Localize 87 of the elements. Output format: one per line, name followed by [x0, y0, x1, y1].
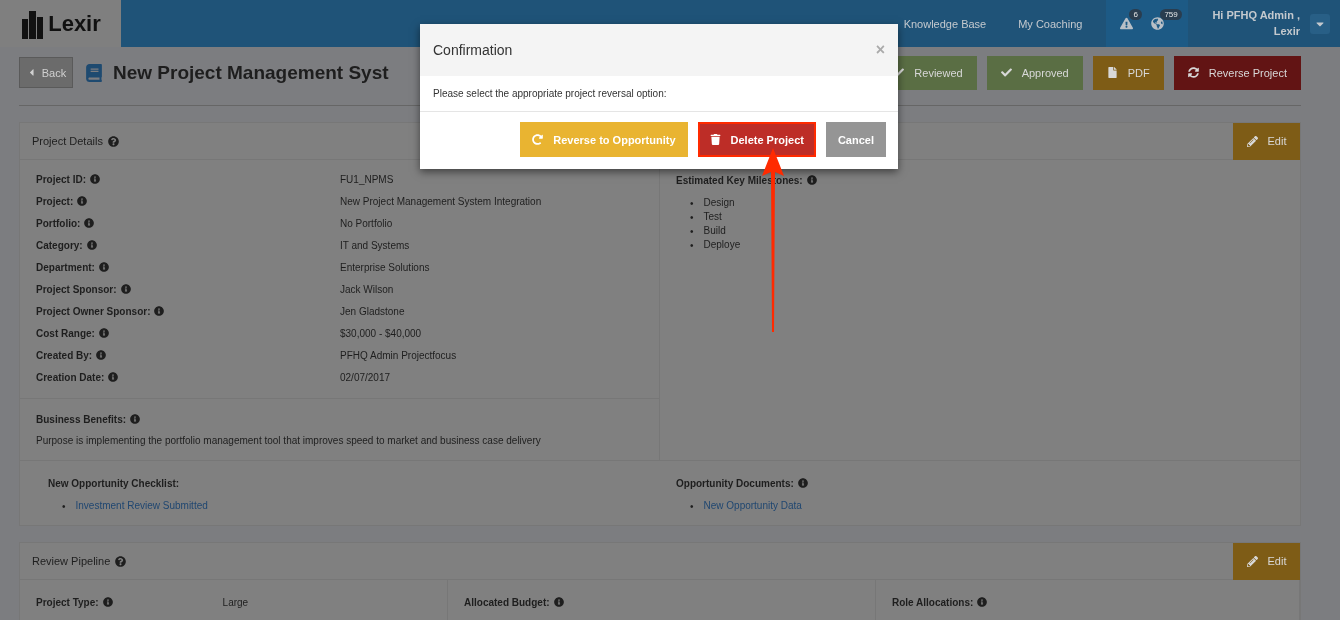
dialog-message: Please select the appropriate project reversal option: [420, 76, 898, 112]
field-label: New Opportunity Checklist: [48, 476, 181, 491]
count-badge: 759 [1160, 9, 1182, 20]
checklist-link[interactable]: Investment Review Submitted [75, 499, 208, 513]
field-value: IT and Systems [340, 238, 411, 253]
info-icon [977, 597, 988, 607]
info-icon [77, 196, 88, 206]
user-menu[interactable]: Hi PFHQ Admin , Lexir [1188, 0, 1310, 47]
field-label: Project ID: [36, 171, 340, 187]
field-value: 02/07/2017 [340, 370, 392, 385]
field-label: Project Sponsor: [36, 281, 340, 297]
field-value: Jen Gladstone [340, 304, 406, 319]
pencil-icon [1246, 555, 1258, 567]
milestone-item: Deploye [703, 238, 741, 252]
page-title: New Project Management Syst [113, 61, 389, 84]
info-icon [553, 597, 564, 607]
info-icon [98, 328, 109, 338]
field-label: Project Owner Sponsor: [36, 303, 340, 319]
field-label: Role Allocations: [892, 594, 988, 610]
bullet: • [62, 500, 66, 512]
pencil-icon [1246, 135, 1258, 147]
dialog-button[interactable]: Cancel [825, 122, 886, 157]
document-link[interactable]: New Opportunity Data [703, 499, 802, 513]
warning-icon[interactable] [1120, 17, 1134, 30]
field-value: $30,000 - $40,000 [340, 326, 423, 341]
action-button[interactable]: Reverse Project [1173, 55, 1301, 90]
field-value: Enterprise Solutions [340, 260, 431, 275]
field-label: Allocated Budget: [464, 594, 564, 610]
info-icon [98, 262, 109, 272]
dropdown-button[interactable] [1310, 13, 1330, 34]
action-button[interactable]: PDF [1092, 55, 1164, 90]
info-icon [96, 350, 107, 360]
field-label: Created By: [36, 347, 340, 363]
trash-icon [709, 134, 721, 145]
panel-title: Project Details [32, 135, 103, 147]
file-icon [1106, 67, 1118, 78]
info-icon [120, 284, 131, 294]
field-value: Large [222, 595, 249, 610]
back-button[interactable]: Back [19, 57, 73, 88]
info-icon [90, 174, 100, 184]
info-icon [84, 218, 95, 228]
bullet: • [690, 239, 694, 251]
field-label: Project Type: [36, 594, 113, 610]
field-value: PFHQ Admin Projectfocus [340, 348, 458, 363]
panel-title: Review Pipeline [32, 555, 111, 567]
info-icon [86, 240, 97, 250]
info-icon [102, 597, 113, 607]
count-badge: 6 [1129, 9, 1142, 20]
field-value: FU1_NPMS [340, 172, 395, 187]
field-label: Portfolio: [36, 215, 340, 231]
info-icon [130, 414, 141, 424]
info-icon [154, 306, 165, 316]
info-icon [806, 175, 817, 185]
help-icon [107, 135, 119, 147]
benefits-text: Purpose is implementing the portfolio management tool that improves speed to market and business case delivery [36, 435, 542, 446]
bullet: • [690, 211, 694, 223]
edit-button[interactable]: Edit [1233, 122, 1300, 160]
nav-link[interactable]: My Coaching [1002, 0, 1099, 47]
field-label: Category: [36, 237, 340, 253]
logo: Lexir [0, 0, 121, 47]
action-button[interactable]: Approved [986, 55, 1083, 90]
bullet: • [690, 197, 694, 209]
check-icon [1000, 67, 1012, 78]
field-value: Jack Wilson [340, 282, 395, 297]
edit-button[interactable]: Edit [1233, 542, 1300, 580]
field-value: No Portfolio [340, 216, 394, 231]
field-label: Project: [36, 193, 340, 209]
field-label: Department: [36, 259, 340, 275]
milestone-item: Design [703, 196, 735, 210]
bullet: • [690, 225, 694, 237]
book-icon [85, 63, 103, 82]
globe-icon[interactable] [1151, 17, 1165, 30]
field-label: Business Benefits: [36, 411, 643, 427]
redo-icon [532, 134, 544, 145]
field-value: New Project Management System Integration [340, 194, 543, 209]
field-label: Opportunity Documents: [676, 475, 1300, 491]
bullet: • [690, 500, 694, 512]
refresh-icon [1187, 67, 1199, 78]
help-icon [115, 555, 127, 567]
info-icon [797, 478, 808, 488]
milestone-item: Test [703, 210, 722, 224]
field-label: Cost Range: [36, 325, 340, 341]
dialog-title: Confirmation [433, 42, 513, 58]
dialog-button[interactable]: Delete Project [697, 122, 816, 157]
milestone-item: Build [703, 224, 726, 238]
info-icon [108, 372, 119, 382]
field-label: Creation Date: [36, 369, 340, 385]
